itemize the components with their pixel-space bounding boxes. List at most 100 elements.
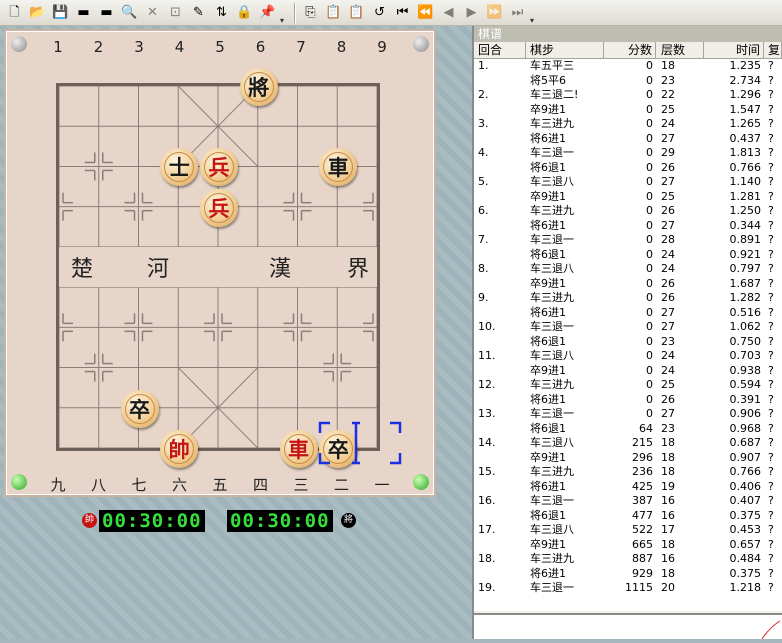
move-row[interactable]: 16. 车三退一 387 16 0.407? (474, 494, 782, 509)
move-cell: 18 (661, 465, 675, 478)
move-row[interactable]: 将6退1 0 26 0.766? (474, 161, 782, 176)
paste-icon[interactable]: 📋 (323, 2, 344, 23)
file-label-bottom: 七 (131, 476, 147, 494)
move-row[interactable]: 将6进1 425 19 0.406? (474, 480, 782, 495)
move-row[interactable]: 15. 车三进九 236 18 0.766? (474, 465, 782, 480)
paste-board-icon[interactable]: 📋 (346, 2, 367, 23)
move-row[interactable]: 将6退1 64 23 0.968? (474, 422, 782, 437)
move-cell: 24 (661, 349, 675, 362)
prev-move-icon[interactable]: ⏪ (415, 2, 436, 23)
move-row[interactable]: 将6进1 0 27 0.516? (474, 306, 782, 321)
move-cell: 0 (646, 262, 653, 275)
move-row[interactable]: 卒9进1 665 18 0.657? (474, 538, 782, 553)
save-icon[interactable]: 💾 (50, 2, 71, 23)
move-cell: 将6退1 (530, 508, 566, 522)
move-row[interactable]: 13. 车三退一 0 27 0.906? (474, 407, 782, 422)
move-row[interactable]: 8. 车三退八 0 24 0.797? (474, 262, 782, 277)
move-row[interactable]: 5. 车三退八 0 27 1.140? (474, 175, 782, 190)
lock-icon[interactable]: 🔒 (234, 2, 255, 23)
back-icon[interactable]: ◀ (438, 2, 459, 23)
move-row[interactable]: 将6进1 0 27 0.437? (474, 132, 782, 147)
toolbar-overflow-icon[interactable]: ▾ (530, 16, 536, 25)
last-move-icon[interactable]: ⏭ (507, 2, 528, 23)
forward-icon[interactable]: ▶ (461, 2, 482, 23)
move-row[interactable]: 1. 车五平三 0 18 1.235? (474, 59, 782, 74)
move-row[interactable]: 卒9进1 296 18 0.907? (474, 451, 782, 466)
move-cell: 0 (646, 407, 653, 420)
move-cell: ? (768, 392, 774, 406)
move-row[interactable]: 17. 车三退八 522 17 0.453? (474, 523, 782, 538)
new-file-icon[interactable]: 🗋 (4, 2, 25, 23)
move-cell: 0.891 (729, 233, 762, 246)
column-header[interactable]: 复 (764, 42, 782, 58)
red-general-piece[interactable]: 帥 (160, 430, 199, 468)
column-header[interactable]: 棋步 (526, 42, 604, 58)
edit-icon[interactable]: ✎ (188, 2, 209, 23)
file-label-top: 4 (174, 38, 185, 56)
first-move-icon[interactable]: ⏮ (392, 2, 413, 23)
move-cell: 19 (661, 479, 675, 493)
move-row[interactable]: 6. 车三进九 0 26 1.250? (474, 204, 782, 219)
move-row[interactable]: 3. 车三进九 0 24 1.265? (474, 117, 782, 132)
move-row[interactable]: 12. 车三进九 0 25 0.594? (474, 378, 782, 393)
move-cell: ? (768, 291, 774, 304)
move-cell: 0.375 (729, 508, 762, 522)
next-move-icon[interactable]: ⏩ (484, 2, 505, 23)
move-cell: 1.282 (729, 291, 762, 304)
stop-icon[interactable]: ✕ (142, 2, 163, 23)
undo-icon[interactable]: ↺ (369, 2, 390, 23)
move-row[interactable]: 18. 车三进九 887 16 0.484? (474, 552, 782, 567)
move-cell: 将6进1 (530, 131, 566, 145)
move-row[interactable]: 14. 车三退八 215 18 0.687? (474, 436, 782, 451)
move-row[interactable]: 10. 车三退一 0 27 1.062? (474, 320, 782, 335)
move-row[interactable]: 卒9进1 0 26 1.687? (474, 277, 782, 292)
move-row[interactable]: 卒9进1 0 25 1.547? (474, 103, 782, 118)
move-cell: ? (768, 59, 774, 72)
red-soldier-lower-piece[interactable]: 兵 (200, 188, 238, 227)
black-general-piece[interactable]: 將 (239, 68, 278, 106)
move-cell: 23 (661, 421, 675, 435)
move-cell: 0.750 (729, 334, 762, 348)
move-cell: 卒9进1 (530, 450, 566, 464)
move-row[interactable]: 将6退1 0 24 0.921? (474, 248, 782, 263)
move-row[interactable]: 4. 车三退一 0 29 1.813? (474, 146, 782, 161)
red-board-icon[interactable]: ▬ (73, 2, 94, 23)
move-row[interactable]: 将6退1 0 23 0.750? (474, 335, 782, 350)
move-cell: 0 (646, 378, 653, 391)
move-row[interactable]: 7. 车三退一 0 28 0.891? (474, 233, 782, 248)
move-table-body[interactable]: 1. 车五平三 0 18 1.235? 将5平6 0 23 2.734? 2. 车三退二! 0 22 1.… (474, 59, 782, 611)
chess-board[interactable]: 123456789 九八七六五四三二一 楚 河 漢 界 將士兵車兵卒帥車卒 (4, 29, 436, 497)
column-header[interactable]: 时间 (704, 42, 764, 58)
move-row[interactable]: 11. 车三退八 0 24 0.703? (474, 349, 782, 364)
open-folder-icon[interactable]: 📂 (27, 2, 48, 23)
move-cell: ? (768, 305, 774, 319)
move-row[interactable]: 将5平6 0 23 2.734? (474, 74, 782, 89)
move-cell: 0.484 (729, 552, 762, 565)
copy-icon[interactable]: ⎘ (300, 2, 321, 23)
move-row[interactable]: 卒9进1 0 25 1.281? (474, 190, 782, 205)
search-icon[interactable]: 🔍 (119, 2, 140, 23)
column-header[interactable]: 层数 (656, 42, 704, 58)
move-row[interactable]: 2. 车三退二! 0 22 1.296? (474, 88, 782, 103)
column-header[interactable]: 分数 (604, 42, 656, 58)
move-row[interactable]: 将6进1 0 26 0.391? (474, 393, 782, 408)
black-board-icon[interactable]: ▬ (96, 2, 117, 23)
toolbar-overflow-icon[interactable]: ▾ (280, 16, 286, 25)
move-cell: 0 (646, 305, 653, 319)
hint-icon[interactable]: ⊡ (165, 2, 186, 23)
column-header[interactable]: 回合 (474, 42, 526, 58)
flip-board-icon[interactable]: ⇅ (211, 2, 232, 23)
move-cell (474, 103, 526, 118)
move-row[interactable]: 卒9进1 0 24 0.938? (474, 364, 782, 379)
move-row[interactable]: 9. 车三进九 0 26 1.282? (474, 291, 782, 306)
pin-icon[interactable]: 📌 (257, 2, 278, 23)
black-side-indicator: 將 (341, 513, 356, 528)
move-row[interactable]: 19. 车三退一 1115 20 1.218? (474, 581, 782, 596)
move-row[interactable]: 将6退1 477 16 0.375? (474, 509, 782, 524)
move-row[interactable]: 将6进1 0 27 0.344? (474, 219, 782, 234)
move-cell (474, 393, 526, 408)
move-row[interactable]: 将6进1 929 18 0.375? (474, 567, 782, 582)
red-chariot-piece[interactable]: 車 (279, 430, 318, 468)
black-pawn-left-piece[interactable]: 卒 (120, 389, 159, 428)
file-label-bottom: 五 (212, 476, 228, 494)
